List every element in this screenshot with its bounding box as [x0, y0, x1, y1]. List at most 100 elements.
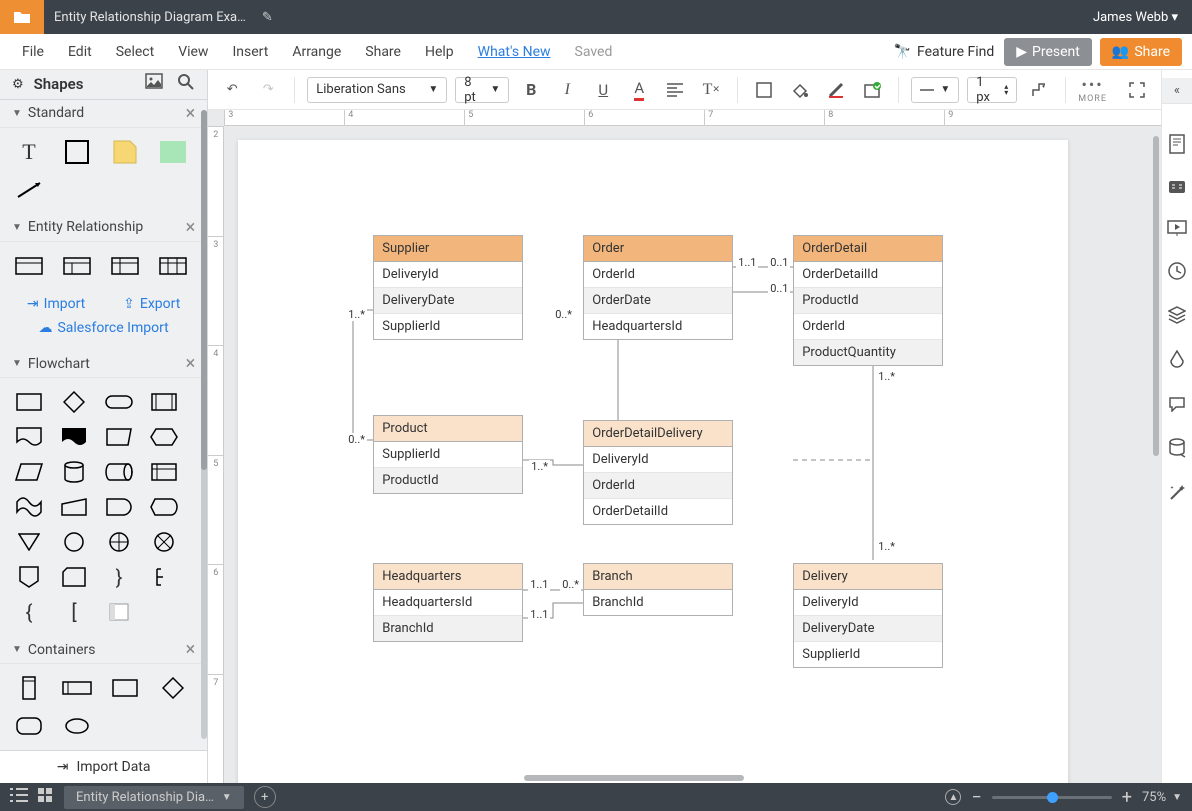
entity-orderdetail[interactable]: OrderDetailOrderDetailIdProductIdOrderId…	[793, 235, 943, 366]
italic-button[interactable]: I	[553, 76, 581, 104]
fc-swim[interactable]	[102, 600, 136, 624]
menu-file[interactable]: File	[10, 44, 56, 60]
fc-tape[interactable]	[12, 495, 46, 519]
page[interactable]: SupplierDeliveryIdDeliveryDateSupplierId…	[238, 140, 1068, 783]
line-shape[interactable]	[12, 178, 46, 202]
note-shape[interactable]	[108, 140, 142, 164]
zoom-level[interactable]: 75%	[1142, 790, 1166, 805]
magic-icon[interactable]	[1168, 484, 1186, 506]
text-shape[interactable]: T	[12, 140, 46, 164]
entity-branch[interactable]: BranchBranchId	[583, 563, 733, 616]
page-settings-icon[interactable]	[1168, 134, 1186, 158]
fc-offpage[interactable]	[12, 565, 46, 589]
menu-view[interactable]: View	[166, 44, 220, 60]
fill-button[interactable]	[786, 76, 814, 104]
hotspot-shape[interactable]	[156, 140, 190, 164]
zoom-slider[interactable]	[992, 796, 1112, 799]
menu-help[interactable]: Help	[413, 44, 466, 60]
canvas-h-scrollbar[interactable]	[224, 773, 1161, 783]
close-icon[interactable]: ×	[186, 639, 196, 660]
shape-fill-button[interactable]	[750, 76, 778, 104]
autosave-icon[interactable]: ▲	[945, 789, 961, 805]
feature-find[interactable]: 🔭Feature Find	[894, 44, 995, 60]
fc-note[interactable]	[147, 565, 181, 589]
zoom-in-button[interactable]: +	[1122, 787, 1132, 808]
panel-flowchart[interactable]: ▼Flowchart×	[0, 350, 207, 378]
font-size-select[interactable]: 8 pt▼	[455, 77, 509, 103]
fc-manual-in[interactable]	[57, 495, 91, 519]
fc-display[interactable]	[147, 495, 181, 519]
bold-button[interactable]: B	[517, 76, 545, 104]
present-icon[interactable]	[1167, 220, 1187, 240]
fc-data[interactable]	[12, 460, 46, 484]
fc-brace-l[interactable]: {	[12, 600, 46, 624]
block-shape[interactable]	[60, 140, 94, 164]
layers-icon[interactable]	[1168, 306, 1186, 328]
entity-delivery[interactable]: DeliveryDeliveryIdDeliveryDateSupplierId	[793, 563, 943, 668]
menu-arrange[interactable]: Arrange	[280, 44, 353, 60]
ink-icon[interactable]	[1169, 350, 1185, 374]
fc-doc2[interactable]	[57, 425, 91, 449]
underline-button[interactable]: U	[589, 76, 617, 104]
fc-brace-r[interactable]: }	[102, 565, 136, 589]
menu-insert[interactable]: Insert	[220, 44, 280, 60]
close-icon[interactable]: ×	[186, 217, 196, 238]
fc-bracket[interactable]: [	[57, 600, 91, 624]
close-icon[interactable]: ×	[186, 103, 196, 124]
text-color-button[interactable]: A	[625, 76, 653, 104]
import-link[interactable]: ⇥ Import	[27, 296, 85, 312]
fc-decision[interactable]	[57, 390, 91, 414]
clear-format-button[interactable]: T✕	[697, 76, 725, 104]
line-type-button[interactable]	[1025, 76, 1053, 104]
close-icon[interactable]: ×	[186, 353, 196, 374]
zoom-out-button[interactable]: −	[971, 787, 981, 808]
folder-icon[interactable]	[0, 0, 44, 34]
entity-hq[interactable]: HeadquartersHeadquartersIdBranchId	[373, 563, 523, 642]
entity-order[interactable]: OrderOrderIdOrderDateHeadquartersId	[583, 235, 733, 340]
collapse-rail-button[interactable]: «	[1162, 78, 1192, 104]
import-data-button[interactable]: ⇥ Import Data	[0, 750, 207, 783]
menu-share[interactable]: Share	[353, 44, 413, 60]
fc-card[interactable]	[57, 565, 91, 589]
fc-delay[interactable]	[102, 495, 136, 519]
document-title[interactable]: Entity Relationship Diagram Exa…	[44, 10, 256, 25]
shape-opts-button[interactable]	[858, 76, 886, 104]
present-button[interactable]: ▶ Present	[1004, 38, 1092, 66]
menu-select[interactable]: Select	[104, 44, 166, 60]
user-menu[interactable]: James Webb ▾	[1079, 10, 1192, 25]
border-button[interactable]	[822, 76, 850, 104]
ct-4[interactable]	[156, 676, 190, 700]
gear-icon[interactable]: ⚙	[12, 77, 24, 92]
fc-connector[interactable]	[57, 530, 91, 554]
history-icon[interactable]	[1168, 262, 1186, 284]
grid-view-icon[interactable]	[38, 788, 52, 806]
redo-button[interactable]: ↷	[254, 76, 282, 104]
pencil-icon[interactable]: ✎	[262, 10, 273, 25]
data-icon[interactable]	[1168, 438, 1186, 462]
panel-standard[interactable]: ▼Standard×	[0, 100, 207, 128]
list-view-icon[interactable]	[10, 788, 28, 806]
line-width-select[interactable]: 1 px▴▾	[967, 77, 1017, 103]
fc-sum[interactable]	[147, 530, 181, 554]
erd-shape-2[interactable]	[60, 254, 94, 278]
page-tab[interactable]: Entity Relationship Dia…▼	[64, 786, 244, 809]
ct-1[interactable]	[12, 676, 46, 700]
export-link[interactable]: ⇪ Export	[123, 296, 180, 312]
ct-6[interactable]	[60, 714, 94, 738]
canvas[interactable]: 3456789 234567 SupplierDeliveryIdDeliver…	[208, 110, 1161, 783]
undo-button[interactable]: ↶	[218, 76, 246, 104]
ct-5[interactable]	[12, 714, 46, 738]
erd-shape-3[interactable]	[108, 254, 142, 278]
erd-shape-1[interactable]	[12, 254, 46, 278]
menu-edit[interactable]: Edit	[56, 44, 104, 60]
entity-odd[interactable]: OrderDetailDeliveryDeliveryIdOrderIdOrde…	[583, 420, 733, 525]
fc-manual[interactable]	[102, 425, 136, 449]
fc-db[interactable]	[57, 460, 91, 484]
menu-whats-new[interactable]: What's New	[466, 44, 563, 60]
image-icon[interactable]	[145, 73, 163, 95]
font-select[interactable]: Liberation Sans▼	[307, 77, 447, 103]
add-page-button[interactable]: +	[254, 786, 276, 808]
canvas-v-scrollbar[interactable]	[1151, 126, 1161, 773]
fullscreen-button[interactable]	[1123, 76, 1151, 104]
entity-supplier[interactable]: SupplierDeliveryIdDeliveryDateSupplierId	[373, 235, 523, 340]
